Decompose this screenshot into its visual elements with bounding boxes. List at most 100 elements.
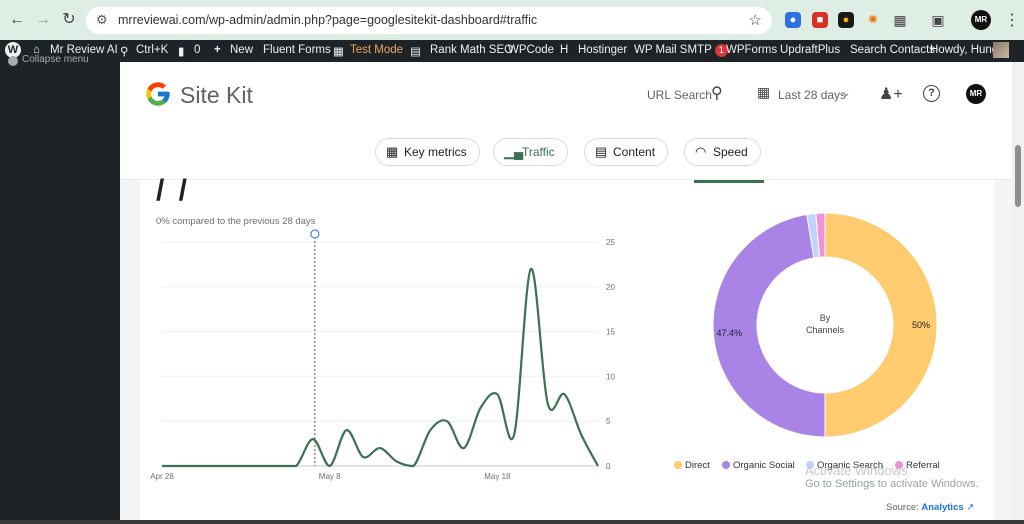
tab-key-metrics[interactable]: ▦ Key metrics <box>375 138 480 166</box>
collapse-menu-icon[interactable] <box>8 56 18 66</box>
help-icon[interactable]: ? <box>923 85 940 102</box>
collapse-menu-label[interactable]: Collapse menu <box>22 54 89 65</box>
rank-math-link[interactable]: Rank Math SEO <box>430 44 513 56</box>
scrollbar-thumb[interactable] <box>1015 145 1021 207</box>
hostinger-icon: H <box>560 44 569 56</box>
info-marker-icon <box>310 229 320 239</box>
url-search-button[interactable]: URL Search <box>647 88 712 102</box>
legend-label: Referral <box>906 460 940 471</box>
donut-center-label: By <box>820 313 831 323</box>
slice-label: 47.4% <box>717 328 743 338</box>
add-user-icon[interactable]: ♟+ <box>879 84 903 104</box>
back-icon[interactable]: ← <box>8 11 26 29</box>
extension-3-icon[interactable]: ● <box>838 12 854 28</box>
browser-toolbar: ← → ↻ ⚙ mrreviewai.com/wp-admin/admin.ph… <box>0 0 1024 40</box>
tab-key-metrics-label: Key metrics <box>404 145 467 159</box>
reload-icon[interactable]: ↻ <box>60 11 78 29</box>
sessions-series-line <box>161 267 599 468</box>
x-tick-label: May 18 <box>484 472 511 481</box>
taskbar-strip <box>0 520 1024 524</box>
address-bar[interactable]: ⚙ mrreviewai.com/wp-admin/admin.php?page… <box>86 7 772 34</box>
comments-count[interactable]: 0 <box>194 44 200 56</box>
site-kit-brand: Site Kit <box>180 82 253 108</box>
chevron-down-icon[interactable]: ⌄ <box>842 88 850 99</box>
search-icon[interactable]: ⚲ <box>711 83 723 103</box>
active-subtab-indicator <box>694 180 764 183</box>
legend-item: Direct <box>674 460 710 471</box>
analytics-link[interactable]: Analytics <box>921 502 963 513</box>
wp-mail-smtp-label: WP Mail SMTP <box>634 44 712 56</box>
test-mode-icon: ▦ <box>333 46 344 58</box>
legend-item: Organic Social <box>722 460 795 471</box>
speedometer-icon: ◠ <box>695 144 707 159</box>
tab-traffic[interactable]: ▁▄ Traffic <box>493 138 568 166</box>
hostinger-link[interactable]: Hostinger <box>578 44 627 56</box>
bar-chart-icon: ▁▄ <box>504 144 524 159</box>
extension-4-icon[interactable]: ✺ <box>865 12 881 28</box>
wp-admin-bar: W ⌂ Mr Review AI ⚲ Ctrl+K ▮ 0 + New Flue… <box>0 40 1024 62</box>
source-label: Source: <box>886 502 919 513</box>
extension-1-icon[interactable]: ● <box>785 12 801 28</box>
tab-speed-label: Speed <box>713 145 748 159</box>
y-tick-label: 25 <box>606 238 615 247</box>
browser-menu-icon[interactable]: ⋮ <box>1004 10 1020 30</box>
grid-icon: ▦ <box>386 144 399 159</box>
y-tick-label: 0 <box>606 462 611 471</box>
search-contacts-link[interactable]: Search Contacts <box>850 44 935 56</box>
wpforms-link[interactable]: WPForms <box>726 44 777 56</box>
legend-dot-icon <box>722 461 730 469</box>
browser-profile-avatar[interactable]: MR <box>971 10 991 30</box>
channels-donut-chart: 50% 47.4% By Channels <box>712 212 938 438</box>
activate-windows-text: Go to Settings to activate Windows. <box>805 478 979 490</box>
new-link[interactable]: New <box>230 44 253 56</box>
user-avatar[interactable]: MR <box>966 84 986 104</box>
fluent-forms-link[interactable]: Fluent Forms <box>263 44 331 56</box>
slice-label: 50% <box>912 320 930 330</box>
google-logo-icon <box>146 82 170 106</box>
site-kit-dashboard: Site Kit URL Search ⚲ ▦ Last 28 days ⌄ ♟… <box>120 62 1012 524</box>
forward-icon[interactable]: → <box>34 11 52 29</box>
rank-math-icon: ▤ <box>410 46 421 58</box>
updraftplus-link[interactable]: UpdraftPlus <box>780 44 840 56</box>
y-tick-label: 5 <box>606 417 611 426</box>
command-palette-shortcut[interactable]: Ctrl+K <box>136 44 168 56</box>
site-info-icon[interactable]: ⚙ <box>96 12 108 28</box>
tab-content[interactable]: ▤ Content <box>584 138 669 166</box>
y-tick-label: 20 <box>606 283 615 292</box>
calendar-icon[interactable]: ▦ <box>757 84 770 101</box>
x-tick-label: May 8 <box>319 472 341 481</box>
user-avatar-small[interactable] <box>993 42 1009 58</box>
legend-dot-icon <box>674 461 682 469</box>
wpcode-link[interactable]: WPCode <box>508 44 554 56</box>
scrollbar-track[interactable] <box>1012 62 1024 524</box>
dashboard-tabs: ▦ Key metrics ▁▄ Traffic ▤ Content ◠ Spe… <box>120 128 1012 180</box>
tab-traffic-label: Traffic <box>522 145 555 159</box>
howdy-user-link[interactable]: Howdy, Hung <box>930 44 998 56</box>
extensions-puzzle-icon[interactable]: ▦ <box>892 12 908 28</box>
external-link-icon[interactable]: ↗ <box>966 502 974 513</box>
date-range-selector[interactable]: Last 28 days <box>778 88 846 102</box>
search-icon[interactable]: ⚲ <box>120 44 128 58</box>
content-icon: ▤ <box>595 144 608 159</box>
tab-content-label: Content <box>613 145 656 159</box>
sessions-line-chart: 0 5 10 15 20 25 Apr 28 May 8 May 18 <box>150 229 615 481</box>
url-text[interactable]: mrreviewai.com/wp-admin/admin.php?page=g… <box>118 13 537 27</box>
legend-label: Direct <box>685 460 710 471</box>
bookmark-star-icon[interactable]: ☆ <box>749 11 762 29</box>
donut-center-label: Channels <box>806 325 845 335</box>
comments-icon[interactable]: ▮ <box>178 44 184 58</box>
plus-icon[interactable]: + <box>214 44 221 56</box>
y-tick-label: 10 <box>606 372 615 381</box>
x-tick-label: Apr 28 <box>150 472 174 481</box>
extension-2-icon[interactable]: ■ <box>812 12 828 28</box>
y-tick-label: 15 <box>606 328 615 337</box>
tab-speed[interactable]: ◠ Speed <box>684 138 761 166</box>
site-kit-header: Site Kit URL Search ⚲ ▦ Last 28 days ⌄ ♟… <box>120 62 1012 128</box>
test-mode-link[interactable]: Test Mode <box>350 44 403 56</box>
legend-label: Organic Social <box>733 460 795 471</box>
wp-mail-smtp-link[interactable]: WP Mail SMTP 1 <box>634 44 728 57</box>
wp-sidebar: Collapse menu <box>0 54 120 524</box>
tab-search-icon[interactable]: ▣ <box>930 12 946 28</box>
source-line: Source: Analytics ↗ <box>886 502 974 513</box>
activate-windows-title: Activate Windows <box>805 463 908 478</box>
